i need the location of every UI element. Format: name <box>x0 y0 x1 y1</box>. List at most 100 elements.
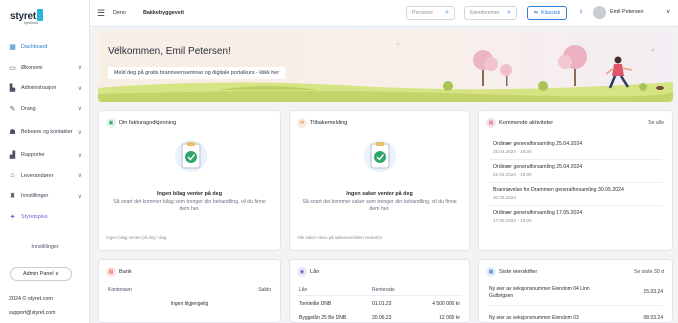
card-footer-text: Alle saker vises på saksoversikten neden… <box>297 235 383 240</box>
empty-state-title: Ingen saker venter på deg <box>346 191 413 197</box>
activity-date: 30.05.2024 <box>493 195 516 200</box>
empty-state-text: Så snart det kommer saker som trenger di… <box>302 199 457 212</box>
support-email[interactable]: support@styret.com <box>9 310 56 316</box>
ownership-change-date: 15.03.24 <box>643 289 663 295</box>
loan-name[interactable]: Byggelån 25 Bo DNB <box>299 315 346 321</box>
sidebar-item-label: Dashboard <box>21 44 48 51</box>
ownership-change-text[interactable]: Ny eier av seksjonsnummer Eiendom 03 <box>489 315 609 321</box>
wallet-icon: ▭ <box>9 64 16 72</box>
welcome-heading: Velkommen, Emil Petersen! <box>108 46 231 57</box>
chevron-down-icon[interactable]: ∨ <box>666 8 670 15</box>
invoice-approval-card: ▣ Din fakturagodkjenning Ingen bilag ven… <box>98 110 281 251</box>
activity-title[interactable]: Brannøvelse for Drammen generalforsamlin… <box>493 187 624 193</box>
sidebar-item-beboere-og-kontakter[interactable]: ☗ Beboere og kontakter ∨ <box>0 119 90 145</box>
see-all-link[interactable]: Se siste 30 d <box>634 269 664 275</box>
app-logo[interactable]: styret hjemmet <box>10 9 44 25</box>
sidebar-item-dashboard[interactable]: ▦ Dashboard <box>0 37 90 58</box>
classic-view-button[interactable]: ⇆ Klassisk <box>527 6 567 20</box>
activity-title[interactable]: Ordinær generalforsamling 25.04.2024 <box>493 141 582 147</box>
organization-name[interactable]: Bakkebyggeveit <box>143 10 184 16</box>
activity-date: 25.04.2024 · 18:00 <box>493 172 532 177</box>
chevron-down-icon: ∨ <box>77 193 82 200</box>
welcome-banner: Velkommen, Emil Petersen! Meld deg på gr… <box>98 30 673 102</box>
sidebar-item-label: Økonomi <box>21 64 43 71</box>
people-icon: ☗ <box>9 129 16 136</box>
sidebar-item-label: Rapporter <box>21 152 45 159</box>
sidebar-item-drang[interactable]: ✎ Drang ∨ <box>0 99 90 120</box>
sidebar-item-label: Innstillinger <box>21 193 49 200</box>
ownership-change-text[interactable]: Ny eier av seksjonsnummer Eiendom 04 Lin… <box>489 286 609 300</box>
avatar[interactable] <box>593 6 606 19</box>
card-title: Kommende aktiviteter <box>499 120 554 126</box>
request-icon: ✉ <box>297 118 307 128</box>
see-all-link[interactable]: Se alle <box>648 120 664 126</box>
card-title: Din fakturagodkjenning <box>119 120 177 126</box>
clipboard-check-icon <box>364 140 396 172</box>
chevron-down-icon: ∨ <box>77 65 82 72</box>
chevron-down-icon: ∨ <box>77 129 82 136</box>
gear-icon: ♜ <box>9 193 16 201</box>
user-name[interactable]: Emil Petersen <box>610 9 644 15</box>
admin-icon: ▙ <box>9 85 16 93</box>
column-header: Kontonavn <box>108 287 132 293</box>
person-search-placeholder: Personer <box>412 10 434 16</box>
building-icon: ⌂ <box>10 172 15 180</box>
calendar-icon: ▤ <box>486 118 496 128</box>
chevron-down-icon: ∨ <box>77 85 82 92</box>
loan-rate: 01.01.23 <box>372 301 392 307</box>
tool-icon: ✎ <box>9 105 16 113</box>
bank-card: ▥ Bank Kontonavn Saldo Ingen tilgjengeli… <box>98 259 281 323</box>
building-icon: ▦ <box>486 267 496 277</box>
ownership-changes-card: ▦ Siste eierskifter Se siste 30 d Ny eie… <box>478 259 673 323</box>
banner-illustration <box>98 42 673 102</box>
classic-view-label: Klassisk <box>541 10 561 16</box>
chart-icon: ▟ <box>9 152 16 160</box>
sidebar-item-styretsplus[interactable]: ✦ Styretsplus <box>0 207 90 228</box>
grid-icon: ▦ <box>9 44 16 52</box>
divider <box>489 182 662 183</box>
loan-icon: ◉ <box>297 267 307 277</box>
activity-date: 25.04.2024 · 18:00 <box>493 149 532 154</box>
property-search-input[interactable]: Eiendommer ⌕ <box>464 6 517 20</box>
loan-amount: 4 500 000 kr <box>432 301 460 307</box>
card-title: Tilbakemelding <box>310 120 348 126</box>
person-search-input[interactable]: Personer ⌕ <box>406 6 455 20</box>
sidebar-item-label: Administrasjon <box>21 85 57 92</box>
sidebar-item--konomi[interactable]: ▭ Økonomi ∨ <box>0 58 90 79</box>
sidebar-item-leverand-rer[interactable]: ⌂ Leverandører ∨ <box>0 166 90 187</box>
divider <box>297 295 462 296</box>
divider <box>489 205 662 206</box>
empty-state-text: Så snart det kommer bilag som trenger di… <box>113 199 266 212</box>
sidebar-item-rapporter[interactable]: ▟ Rapporter ∨ <box>0 145 90 166</box>
sidebar-nav: ▦ Dashboard ▭ Økonomi ∨ ▙ Administrasjon ∨ ✎ Dran… <box>0 37 90 227</box>
column-header: Rentesats <box>372 287 395 293</box>
loan-name[interactable]: Tomtelån DNB <box>299 301 331 307</box>
breadcrumb-home[interactable]: Deno <box>113 10 126 16</box>
admin-panel-button[interactable]: Admin Panel ∨ <box>10 267 72 281</box>
sidebar-item-label: Drang <box>21 105 36 112</box>
chevron-down-icon: ∨ <box>77 173 82 180</box>
empty-state-title: Ingen bilag venter på deg <box>157 191 222 197</box>
lightbulb-icon[interactable]: ♀ <box>578 7 584 16</box>
activity-title[interactable]: Ordinær generalforsamling 25.04.2024 <box>493 164 582 170</box>
card-title: Bank <box>119 269 132 275</box>
search-icon: ⌕ <box>507 9 511 16</box>
menu-icon[interactable]: ☰ <box>97 8 105 19</box>
card-footer-text: Ingen bilag venter på deg i dag <box>106 235 167 240</box>
sidebar-settings-link[interactable]: Innstillinger <box>0 244 90 250</box>
sidebar-item-innstillinger[interactable]: ♜ Innstillinger ∨ <box>0 186 90 207</box>
card-title: Siste eierskifter <box>499 269 538 275</box>
top-bar: ☰ Deno Bakkebyggeveit Personer ⌕ Eiendom… <box>90 0 678 27</box>
copyright-text: 2024 © styret.com <box>9 296 53 302</box>
card-title: Lån <box>310 269 320 275</box>
clipboard-check-icon <box>175 140 207 172</box>
search-icon: ⌕ <box>445 9 449 16</box>
sidebar-item-administrasjon[interactable]: ▙ Administrasjon ∨ <box>0 78 90 99</box>
column-header: Lån <box>299 287 308 293</box>
divider <box>489 159 662 160</box>
activity-title[interactable]: Ordinær generalforsamling 17.05.2024 <box>493 210 582 216</box>
property-search-placeholder: Eiendommer <box>470 10 500 16</box>
sidebar-item-label: Beboere og kontakter <box>21 129 73 135</box>
seminar-link[interactable]: Meld deg på gratis brannvernseminar og d… <box>108 67 286 79</box>
loan-rate: 20.06.23 <box>372 315 392 321</box>
